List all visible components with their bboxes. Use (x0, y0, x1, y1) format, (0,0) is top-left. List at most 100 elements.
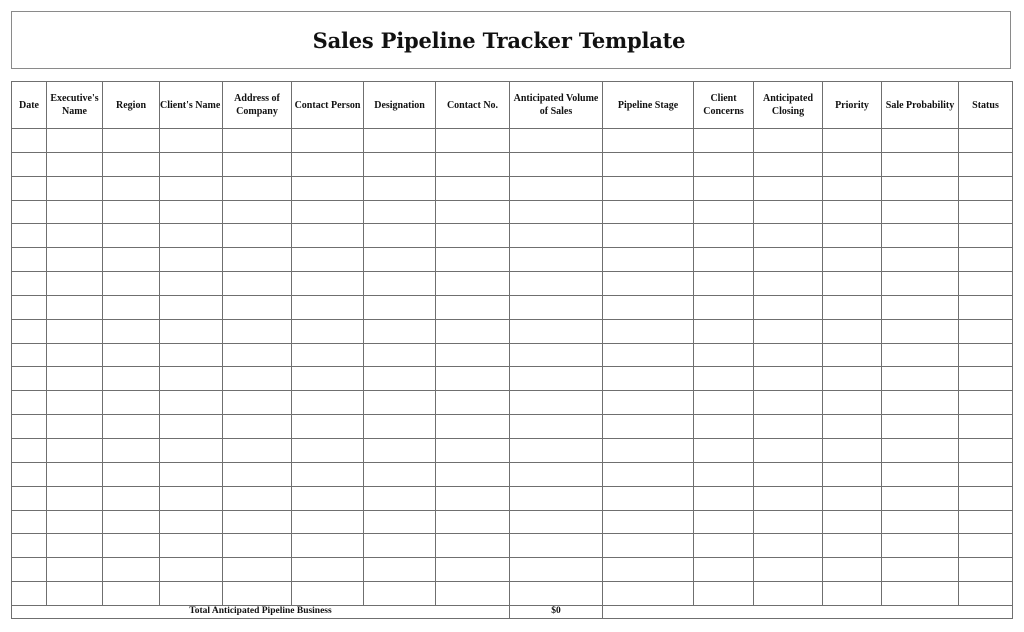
cell-priority[interactable] (822, 247, 882, 273)
cell-anticipated-volume[interactable] (509, 581, 603, 606)
cell-sale-probability[interactable] (881, 485, 959, 511)
cell-sale-probability[interactable] (881, 342, 959, 368)
cell-client-concerns[interactable] (693, 533, 754, 559)
cell-client-concerns[interactable] (693, 342, 754, 368)
cell-anticipated-volume[interactable] (509, 199, 603, 225)
cell-address-of-company[interactable] (222, 485, 292, 511)
cell-date[interactable] (11, 509, 47, 535)
cell-date[interactable] (11, 485, 47, 511)
cell-pipeline-stage[interactable] (602, 342, 694, 368)
cell-date[interactable] (11, 533, 47, 559)
cell-region[interactable] (102, 342, 160, 368)
cell-designation[interactable] (363, 294, 436, 320)
cell-client-concerns[interactable] (693, 294, 754, 320)
cell-executive-name[interactable] (46, 485, 103, 511)
cell-address-of-company[interactable] (222, 175, 292, 201)
cell-date[interactable] (11, 437, 47, 463)
cell-executive-name[interactable] (46, 509, 103, 535)
cell-executive-name[interactable] (46, 581, 103, 606)
cell-anticipated-volume[interactable] (509, 342, 603, 368)
cell-contact-no[interactable] (435, 342, 510, 368)
cell-contact-no[interactable] (435, 294, 510, 320)
cell-pipeline-stage[interactable] (602, 485, 694, 511)
cell-contact-person[interactable] (291, 294, 364, 320)
cell-status[interactable] (958, 223, 1013, 249)
cell-region[interactable] (102, 557, 160, 583)
cell-client-name[interactable] (159, 271, 223, 296)
cell-date[interactable] (11, 414, 47, 439)
cell-priority[interactable] (822, 509, 882, 535)
cell-status[interactable] (958, 175, 1013, 201)
cell-sale-probability[interactable] (881, 223, 959, 249)
cell-contact-person[interactable] (291, 557, 364, 583)
cell-sale-probability[interactable] (881, 271, 959, 296)
cell-executive-name[interactable] (46, 175, 103, 201)
cell-designation[interactable] (363, 247, 436, 273)
cell-priority[interactable] (822, 294, 882, 320)
cell-executive-name[interactable] (46, 151, 103, 177)
cell-executive-name[interactable] (46, 199, 103, 225)
cell-anticipated-closing[interactable] (753, 485, 823, 511)
cell-contact-person[interactable] (291, 175, 364, 201)
cell-contact-person[interactable] (291, 533, 364, 559)
cell-client-concerns[interactable] (693, 366, 754, 392)
cell-sale-probability[interactable] (881, 461, 959, 487)
cell-client-name[interactable] (159, 437, 223, 463)
cell-region[interactable] (102, 318, 160, 344)
cell-contact-no[interactable] (435, 175, 510, 201)
cell-contact-person[interactable] (291, 223, 364, 249)
cell-address-of-company[interactable] (222, 342, 292, 368)
cell-region[interactable] (102, 271, 160, 296)
cell-contact-person[interactable] (291, 128, 364, 153)
cell-anticipated-volume[interactable] (509, 223, 603, 249)
cell-anticipated-volume[interactable] (509, 533, 603, 559)
cell-contact-no[interactable] (435, 223, 510, 249)
cell-designation[interactable] (363, 414, 436, 439)
cell-region[interactable] (102, 461, 160, 487)
cell-contact-person[interactable] (291, 581, 364, 606)
cell-client-name[interactable] (159, 414, 223, 439)
cell-designation[interactable] (363, 437, 436, 463)
cell-client-name[interactable] (159, 128, 223, 153)
cell-pipeline-stage[interactable] (602, 318, 694, 344)
cell-anticipated-closing[interactable] (753, 223, 823, 249)
cell-date[interactable] (11, 366, 47, 392)
cell-client-concerns[interactable] (693, 199, 754, 225)
cell-executive-name[interactable] (46, 342, 103, 368)
cell-designation[interactable] (363, 366, 436, 392)
cell-priority[interactable] (822, 271, 882, 296)
cell-client-name[interactable] (159, 509, 223, 535)
cell-region[interactable] (102, 414, 160, 439)
cell-executive-name[interactable] (46, 390, 103, 416)
cell-contact-no[interactable] (435, 581, 510, 606)
cell-address-of-company[interactable] (222, 533, 292, 559)
cell-pipeline-stage[interactable] (602, 533, 694, 559)
cell-designation[interactable] (363, 461, 436, 487)
cell-sale-probability[interactable] (881, 414, 959, 439)
cell-client-concerns[interactable] (693, 318, 754, 344)
cell-date[interactable] (11, 271, 47, 296)
cell-client-name[interactable] (159, 199, 223, 225)
cell-anticipated-volume[interactable] (509, 485, 603, 511)
cell-pipeline-stage[interactable] (602, 294, 694, 320)
cell-sale-probability[interactable] (881, 318, 959, 344)
cell-date[interactable] (11, 247, 47, 273)
cell-status[interactable] (958, 342, 1013, 368)
cell-date[interactable] (11, 128, 47, 153)
total-value[interactable]: $0 (509, 604, 603, 619)
cell-address-of-company[interactable] (222, 223, 292, 249)
cell-executive-name[interactable] (46, 533, 103, 559)
cell-client-concerns[interactable] (693, 271, 754, 296)
cell-status[interactable] (958, 414, 1013, 439)
cell-designation[interactable] (363, 485, 436, 511)
cell-address-of-company[interactable] (222, 557, 292, 583)
cell-anticipated-closing[interactable] (753, 557, 823, 583)
cell-sale-probability[interactable] (881, 366, 959, 392)
cell-client-name[interactable] (159, 151, 223, 177)
cell-client-concerns[interactable] (693, 485, 754, 511)
cell-client-name[interactable] (159, 485, 223, 511)
cell-priority[interactable] (822, 414, 882, 439)
cell-pipeline-stage[interactable] (602, 414, 694, 439)
cell-executive-name[interactable] (46, 271, 103, 296)
cell-designation[interactable] (363, 175, 436, 201)
